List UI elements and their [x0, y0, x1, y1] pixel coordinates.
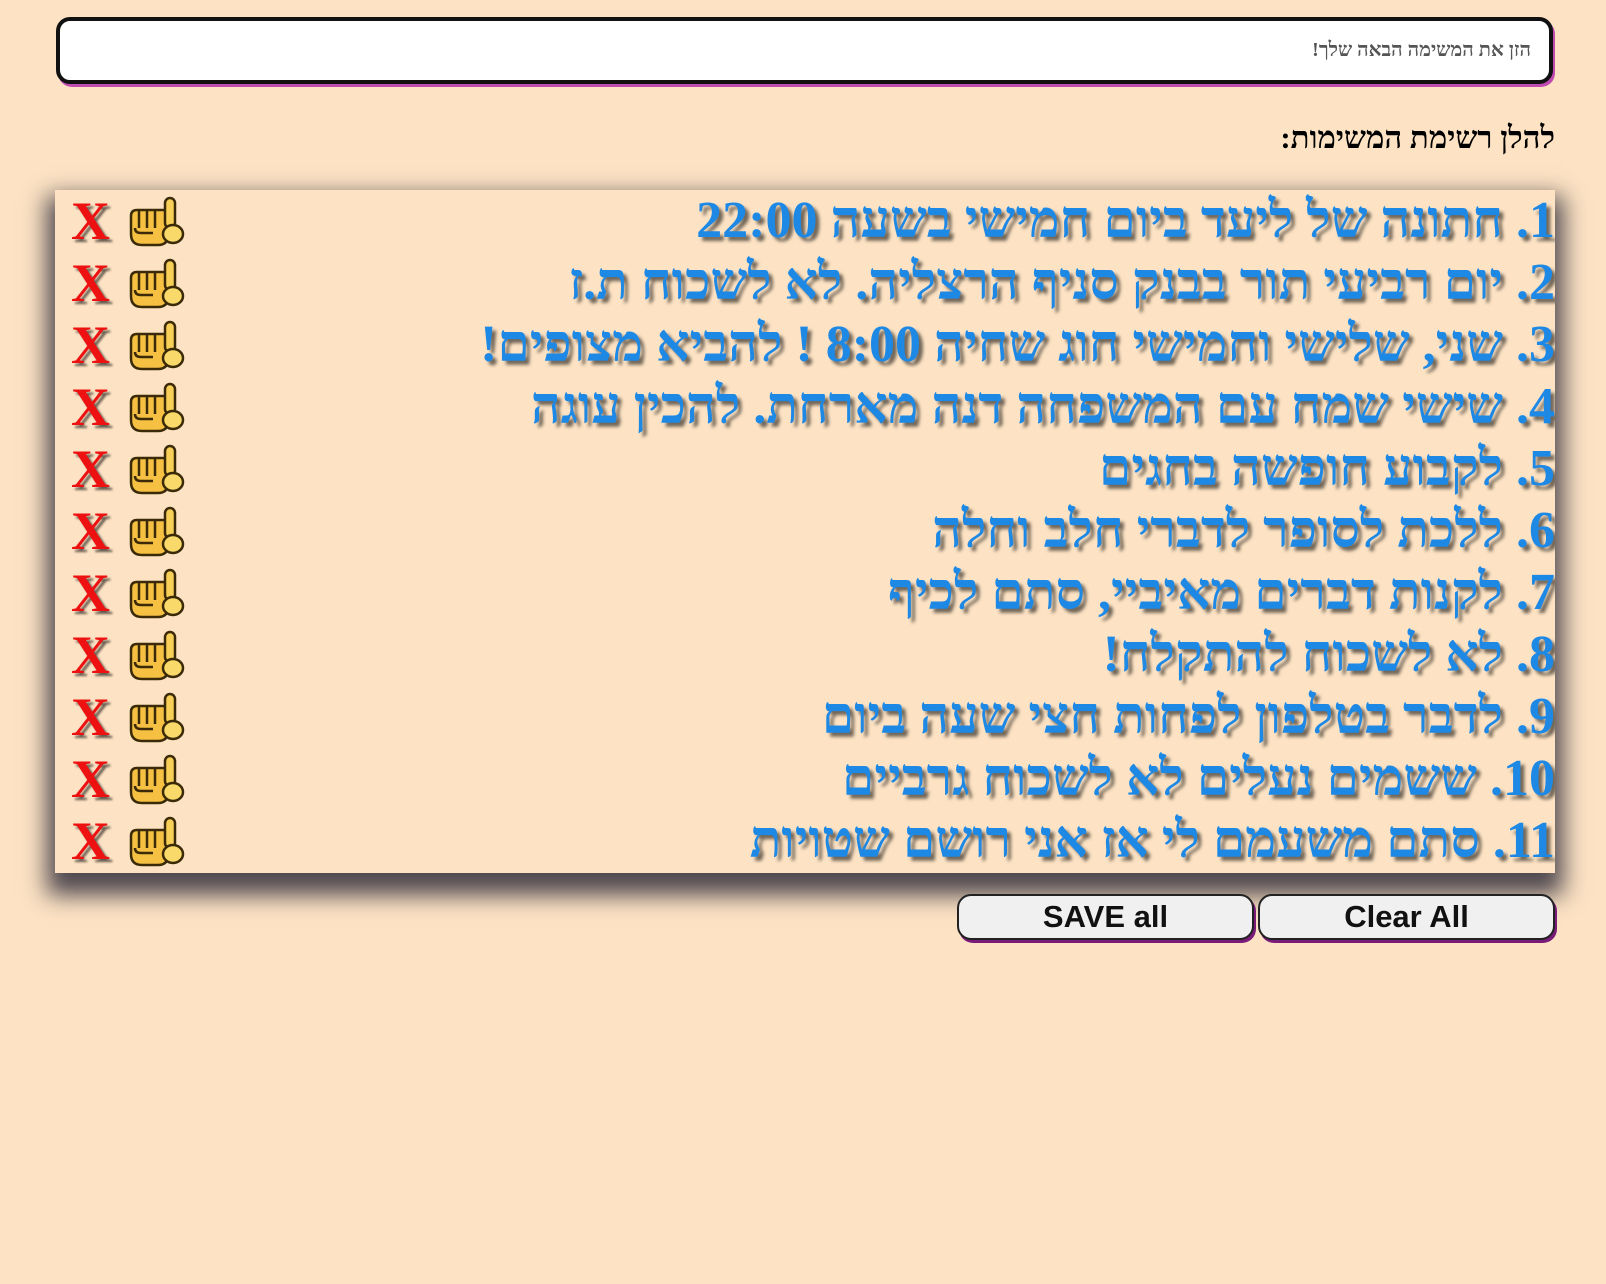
hand-pointing-icon[interactable] — [125, 318, 185, 374]
task-text: 9. לדבר בטלפון לפחות חצי שעה ביום — [821, 688, 1555, 745]
task-text: 8. לא לשכוח להתקלח! — [1102, 626, 1555, 683]
task-text: 7. לקנות דברים מאיביי, סתם לכיף — [887, 564, 1555, 621]
task-item: 4. שישי שמח עם המשפחה דנה מארחת. להכין ע… — [55, 376, 1555, 438]
task-list: 1. חתונה של ליעד ביום חמישי בשעה 22:00 X 2… — [55, 190, 1555, 873]
task-item: 7. לקנות דברים מאיביי, סתם לכיף X — [55, 562, 1555, 624]
task-text: 6. ללכת לסופר לדברי חלב וחלה — [932, 502, 1555, 559]
task-text: 11. סתם משעמם לי אז אני רושם שטויות — [749, 812, 1555, 869]
task-text: 5. לקבוע חופשה בחגים — [1098, 440, 1555, 497]
new-task-input[interactable] — [56, 17, 1553, 84]
task-list-heading: להלן רשימת המשימות: — [1280, 120, 1555, 155]
hand-pointing-icon[interactable] — [125, 814, 185, 870]
task-item: 11. סתם משעמם לי אז אני רושם שטויות X — [55, 810, 1555, 872]
todo-page: להלן רשימת המשימות: 1. חתונה של ליעד ביו… — [0, 0, 1606, 1284]
delete-task-button[interactable]: X — [71, 752, 110, 806]
delete-task-button[interactable]: X — [71, 504, 110, 558]
task-text: 4. שישי שמח עם המשפחה דנה מארחת. להכין ע… — [530, 378, 1555, 435]
task-item: 9. לדבר בטלפון לפחות חצי שעה ביום X — [55, 686, 1555, 748]
delete-task-button[interactable]: X — [71, 690, 110, 744]
task-text: 1. חתונה של ליעד ביום חמישי בשעה 22:00 — [696, 192, 1555, 249]
task-text: 2. יום רביעי תור בבנק סניף הרצליה. לא לש… — [568, 254, 1555, 311]
hand-pointing-icon[interactable] — [125, 442, 185, 498]
task-text: 10. ששמים נעלים לא לשכוח גרביים — [841, 750, 1555, 807]
task-item: 1. חתונה של ליעד ביום חמישי בשעה 22:00 X — [55, 190, 1555, 252]
task-text: 3. שני, שלישי וחמישי חוג שחיה 8:00 ! להב… — [480, 316, 1555, 373]
task-item: 10. ששמים נעלים לא לשכוח גרביים X — [55, 748, 1555, 810]
task-item: 5. לקבוע חופשה בחגים X — [55, 438, 1555, 500]
clear-all-button[interactable]: Clear All — [1258, 894, 1555, 940]
delete-task-button[interactable]: X — [71, 194, 110, 248]
hand-pointing-icon[interactable] — [125, 690, 185, 746]
hand-pointing-icon[interactable] — [125, 256, 185, 312]
hand-pointing-icon[interactable] — [125, 752, 185, 808]
hand-pointing-icon[interactable] — [125, 628, 185, 684]
delete-task-button[interactable]: X — [71, 814, 110, 868]
hand-pointing-icon[interactable] — [125, 566, 185, 622]
task-item: 2. יום רביעי תור בבנק סניף הרצליה. לא לש… — [55, 252, 1555, 314]
task-item: 6. ללכת לסופר לדברי חלב וחלה X — [55, 500, 1555, 562]
hand-pointing-icon[interactable] — [125, 194, 185, 250]
delete-task-button[interactable]: X — [71, 628, 110, 682]
hand-pointing-icon[interactable] — [125, 504, 185, 560]
task-item: 3. שני, שלישי וחמישי חוג שחיה 8:00 ! להב… — [55, 314, 1555, 376]
save-all-button[interactable]: SAVE all — [957, 894, 1254, 940]
delete-task-button[interactable]: X — [71, 256, 110, 310]
delete-task-button[interactable]: X — [71, 442, 110, 496]
hand-pointing-icon[interactable] — [125, 380, 185, 436]
delete-task-button[interactable]: X — [71, 566, 110, 620]
delete-task-button[interactable]: X — [71, 318, 110, 372]
task-item: 8. לא לשכוח להתקלח! X — [55, 624, 1555, 686]
delete-task-button[interactable]: X — [71, 380, 110, 434]
